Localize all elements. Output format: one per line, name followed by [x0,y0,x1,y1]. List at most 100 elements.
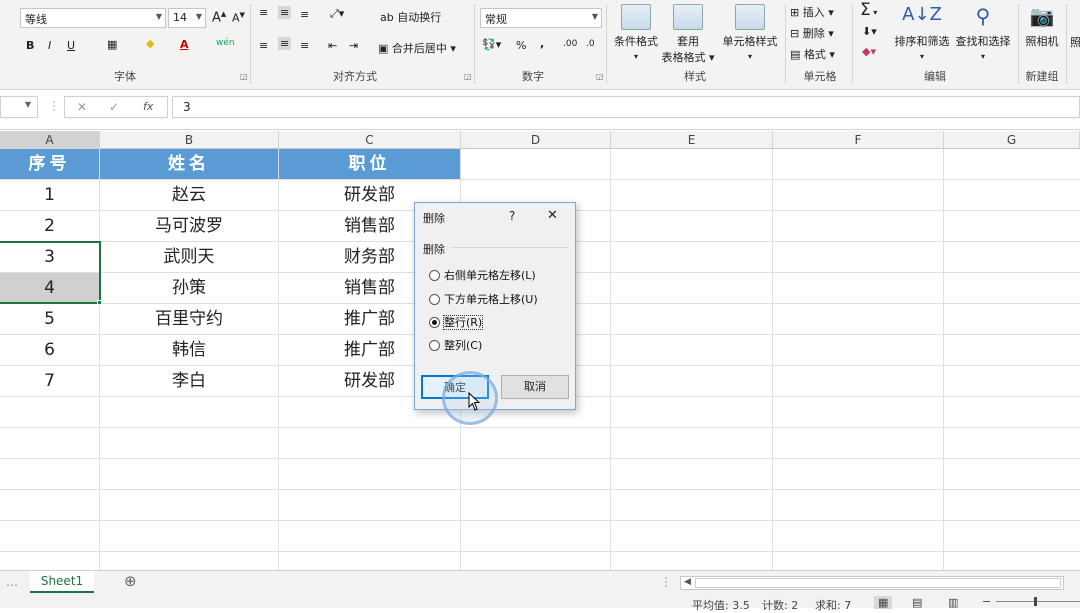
decrease-indent-icon[interactable]: ⇤ [328,39,337,52]
phonetic-button[interactable]: wén [216,38,235,48]
option-entire-row[interactable]: 整行(R) [429,314,484,330]
scroll-left-icon[interactable]: ◀ [684,577,691,587]
cut-off-button[interactable]: 照 [1070,34,1080,50]
add-sheet-icon[interactable]: ⊕ [124,572,137,590]
enter-icon[interactable]: ✓ [109,100,119,114]
column-header-d[interactable]: D [461,131,611,149]
percent-button[interactable]: % [516,39,526,52]
gridline [0,458,1080,459]
italic-button[interactable]: I [48,39,51,52]
insert-function-icon[interactable]: fx [143,100,153,113]
table-cell[interactable]: 马可波罗 [100,211,279,242]
autosum-button[interactable]: Σ ▾ [860,0,877,20]
table-cell[interactable]: 6 [0,335,100,366]
dialog-title: 删除 [423,212,445,225]
column-header-a[interactable]: A [0,131,100,149]
zoom-out-icon[interactable]: − [982,595,991,608]
status-average: 平均值: 3.5 [692,599,750,612]
sort-filter-button[interactable]: A↓Z 排序和筛选 ▾ [893,4,951,62]
table-cell[interactable]: 1 [0,180,100,211]
sort-filter-icon: A↓Z [902,4,942,25]
formula-actions: ✕ ✓ fx [64,96,168,118]
scrollbar-thumb[interactable] [695,578,1061,588]
currency-icon[interactable]: 💱▾ [482,38,501,51]
page-layout-icon[interactable]: ▤ [912,596,922,609]
camera-button[interactable]: 📷 照相机 [1022,4,1062,49]
formula-input[interactable]: 3 [172,96,1080,118]
format-cells-button[interactable]: ▤ 格式 ▾ [790,46,835,62]
increase-indent-icon[interactable]: ⇥ [349,39,358,52]
delete-cells-button[interactable]: ⊟ 删除 ▾ [790,25,834,41]
table-cell[interactable]: 百里守约 [100,304,279,335]
comma-button[interactable]: , [540,37,544,50]
group-divider [1066,4,1067,84]
align-right-icon[interactable]: ≡ [300,39,309,52]
page-break-icon[interactable]: ▥ [948,596,958,609]
fill-color-icon[interactable]: ◆ [146,37,154,50]
align-bottom-icon[interactable]: ≡ [300,8,309,21]
dialog-launcher-icon[interactable]: ◲ [464,72,472,81]
table-cell[interactable]: 赵云 [100,180,279,211]
help-button[interactable]: ? [509,209,515,223]
table-cell[interactable]: 武则天 [100,242,279,273]
border-icon[interactable]: ▦ [107,38,117,51]
font-color-button[interactable]: A [180,38,189,51]
decrease-decimal-icon[interactable]: .0 [586,39,595,49]
dialog-launcher-icon[interactable]: ◲ [240,72,248,81]
fill-handle[interactable] [97,300,102,305]
option-shift-up[interactable]: 下方单元格上移(U) [429,291,538,307]
conditional-format-button[interactable]: 条件格式 ▾ [610,4,662,62]
column-header-g[interactable]: G [944,131,1080,149]
drag-handle-icon[interactable]: ⋮ [48,99,60,113]
table-cell[interactable]: 5 [0,304,100,335]
align-center-icon[interactable]: ≡ [278,37,292,50]
table-format-icon [673,4,703,30]
cell-styles-button[interactable]: 单元格样式 ▾ [718,4,782,62]
align-middle-icon[interactable]: ≡ [278,6,292,19]
sheet-tab-sheet1[interactable]: Sheet1 [30,571,94,593]
split-handle-icon[interactable]: ⋮ [660,575,672,589]
format-as-table-button[interactable]: 套用 表格格式 ▾ [660,4,716,65]
zoom-slider-handle[interactable] [1034,597,1037,606]
wrap-text-button[interactable]: ab 自动换行 [380,9,441,25]
table-cell[interactable]: 韩信 [100,335,279,366]
table-cell[interactable]: 孙策 [100,273,279,304]
font-name-dropdown[interactable]: 等线 ▼ [20,8,166,28]
horizontal-scrollbar[interactable]: ◀ [680,576,1064,590]
align-left-icon[interactable]: ≡ [259,39,268,52]
orientation-icon[interactable]: ⤢▾ [330,7,344,21]
increase-decimal-icon[interactable]: .00 [563,39,577,49]
find-select-button[interactable]: ⚲ 查找和选择 ▾ [953,4,1013,62]
column-header-c[interactable]: C [279,131,461,149]
bold-button[interactable]: B [26,39,34,52]
grow-font-button[interactable]: A▲ [212,10,226,25]
table-cell[interactable]: 李白 [100,366,279,397]
table-cell[interactable]: 2 [0,211,100,242]
normal-view-icon[interactable]: ▦ [874,596,893,609]
fill-icon[interactable]: ⬇▾ [862,25,877,38]
merge-center-button[interactable]: ▣ 合并后居中 ▾ [378,40,456,56]
table-cell[interactable]: 7 [0,366,100,397]
close-icon[interactable]: ✕ [547,208,558,223]
cancel-icon[interactable]: ✕ [77,100,87,114]
name-box[interactable]: ▼ [0,96,38,118]
insert-cells-button[interactable]: ⊞ 插入 ▾ [790,4,834,20]
dialog-launcher-icon[interactable]: ◲ [596,72,604,81]
table-header-cell[interactable]: 职位 [279,149,461,180]
column-header-f[interactable]: F [773,131,944,149]
tab-scroll-icon[interactable]: … [6,575,18,589]
underline-button[interactable]: U [67,39,75,52]
zoom-slider[interactable] [996,601,1080,602]
table-header-cell[interactable]: 序号 [0,149,100,180]
number-format-dropdown[interactable]: 常规 ▼ [480,8,602,28]
table-header-cell[interactable]: 姓名 [100,149,279,180]
option-entire-column[interactable]: 整列(C) [429,337,482,353]
font-size-dropdown[interactable]: 14 ▼ [168,8,206,28]
clear-icon[interactable]: ◆▾ [862,45,876,58]
column-header-b[interactable]: B [100,131,279,149]
column-header-e[interactable]: E [611,131,773,149]
align-top-icon[interactable]: ≡ [259,6,268,19]
option-shift-left[interactable]: 右侧单元格左移(L) [429,267,536,283]
cancel-button[interactable]: 取消 [501,375,569,399]
shrink-font-button[interactable]: A▼ [232,11,245,25]
